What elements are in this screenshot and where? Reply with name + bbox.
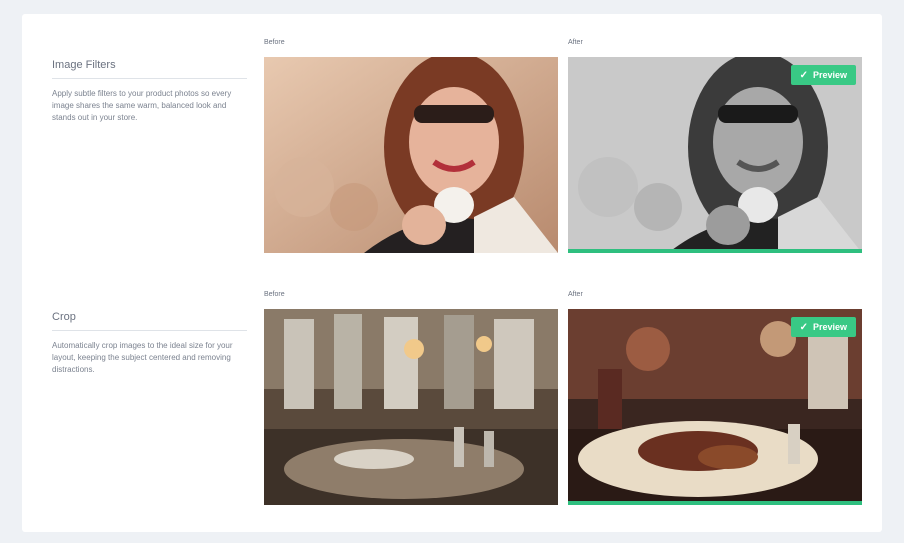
before-image-portrait[interactable] [264,57,558,253]
section-crop: Crop Automatically crop images to the id… [52,311,247,376]
section-description: Apply subtle filters to your product pho… [52,89,232,122]
after-image-portrait[interactable]: ✓ Preview [568,57,862,253]
checkmark-icon: ✓ [799,69,808,81]
comparison-card: Image Filters Apply subtle filters to yo… [22,14,882,532]
preview-badge[interactable]: ✓ Preview [790,317,856,337]
before-image-restaurant[interactable] [264,309,558,505]
before-label: Before [264,39,285,46]
badge-label: Preview [812,70,847,80]
section-title: Crop [52,311,247,331]
badge-label: Preview [812,322,847,332]
checkmark-icon: ✓ [799,321,808,333]
after-label: After [568,291,583,298]
before-label: Before [264,291,285,298]
preview-badge[interactable]: ✓ Preview [790,65,856,85]
section-description: Automatically crop images to the ideal s… [52,341,233,374]
section-filters: Image Filters Apply subtle filters to yo… [52,59,247,124]
section-title: Image Filters [52,59,247,79]
after-image-restaurant[interactable]: ✓ Preview [568,309,862,505]
after-label: After [568,39,583,46]
